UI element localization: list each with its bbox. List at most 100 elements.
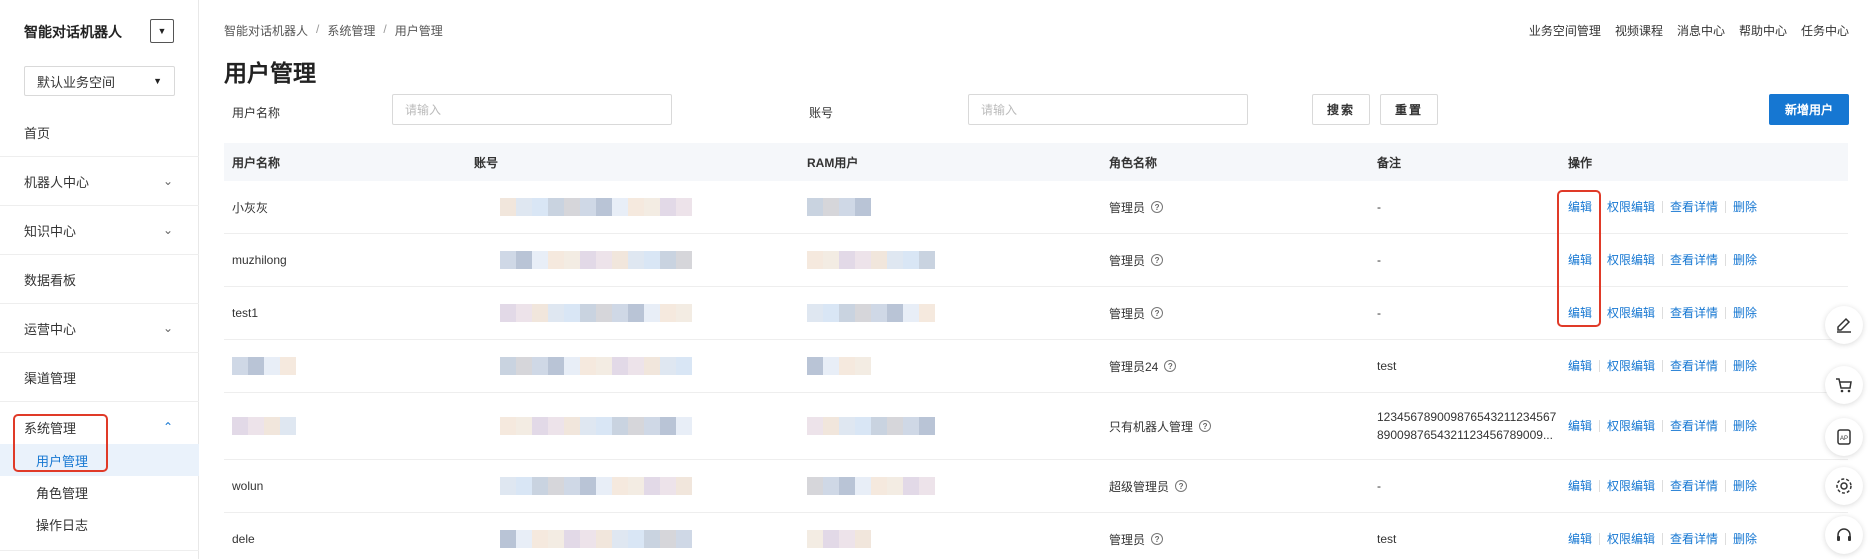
page-title: 用户管理 [224,60,316,86]
delete-link[interactable]: 删除 [1726,201,1764,213]
remark-text: - [1377,479,1381,493]
username-text: wolun [232,479,264,493]
remark-text: - [1377,200,1381,214]
delete-link[interactable]: 删除 [1726,254,1764,266]
permission-edit-link[interactable]: 权限编辑 [1600,254,1664,266]
username-text: muzhilong [232,253,287,267]
gear-icon[interactable] [1825,467,1863,505]
app: 智能对话机器人 ▼ 默认业务空间 ▼ 首页 机器人中心 ⌄ 知识中心 ⌄ 数据看… [0,0,1871,559]
table-row: 小灰灰 管理员? - 编辑 权限编辑 查看详情 删除 [224,181,1848,234]
permission-edit-link[interactable]: 权限编辑 [1600,533,1664,545]
view-details-link[interactable]: 查看详情 [1663,480,1727,492]
account-cell [466,287,799,339]
api-icon[interactable]: AP [1825,418,1863,456]
help-circle-icon[interactable]: ? [1151,533,1164,545]
username-cell [224,393,466,459]
actions-cell: 编辑 权限编辑 查看详情 删除 [1560,393,1848,459]
username-filter-input[interactable] [392,94,672,125]
edit-link[interactable]: 编辑 [1568,201,1601,213]
edit-link[interactable]: 编辑 [1568,360,1601,372]
permission-edit-link[interactable]: 权限编辑 [1600,480,1664,492]
sidebar-item-data-board[interactable]: 数据看板 [0,255,199,304]
topnav-help-center[interactable]: 帮助中心 [1739,22,1787,39]
remark-cell: - [1369,181,1560,233]
column-header-username: 用户名称 [232,155,281,170]
sidebar-item-home[interactable]: 首页 [0,108,199,157]
account-filter-input[interactable] [968,94,1248,125]
help-circle-icon[interactable]: ? [1151,201,1164,213]
workspace-select[interactable]: 默认业务空间 ▼ [24,66,175,96]
account-cell [466,340,799,392]
role-text: 超级管理员 [1109,479,1170,494]
edit-link[interactable]: 编辑 [1568,420,1601,432]
sidebar-item-role-management[interactable]: 角色管理 [0,476,199,508]
delete-link[interactable]: 删除 [1726,307,1764,319]
main-content: 智能对话机器人 / 系统管理 / 用户管理 用户管理 业务空间管理 视频课程 消… [199,0,1871,559]
permission-edit-link[interactable]: 权限编辑 [1600,201,1664,213]
view-details-link[interactable]: 查看详情 [1663,201,1727,213]
role-text: 管理员 [1109,253,1146,268]
sidebar-item-robot-center[interactable]: 机器人中心 ⌄ [0,157,199,206]
topnav-task-center[interactable]: 任务中心 [1801,22,1849,39]
account-cell [466,513,799,559]
topnav-workspace-management[interactable]: 业务空间管理 [1529,22,1601,39]
username-cell: test1 [224,287,466,339]
edit-link[interactable]: 编辑 [1568,307,1601,319]
permission-edit-link[interactable]: 权限编辑 [1600,420,1664,432]
breadcrumb-item[interactable]: 系统管理 [327,22,375,39]
sidebar-item-ops-center[interactable]: 运营中心 ⌄ [0,304,199,353]
cart-icon[interactable] [1825,366,1863,404]
remark-text: - [1377,253,1381,267]
svg-text:AP: AP [1840,436,1848,442]
help-circle-icon[interactable]: ? [1175,480,1188,492]
sidebar-item-system[interactable]: 系统管理 ⌃ [0,410,199,444]
sidebar-item-knowledge-center[interactable]: 知识中心 ⌄ [0,206,199,255]
breadcrumb-item[interactable]: 智能对话机器人 [224,22,308,39]
column-header-actions: 操作 [1568,155,1593,170]
sidebar-item-user-management[interactable]: 用户管理 [0,444,199,476]
help-circle-icon[interactable]: ? [1151,307,1164,319]
username-text: dele [232,532,255,546]
permission-edit-link[interactable]: 权限编辑 [1600,360,1664,372]
sidebar-item-label: 数据看板 [24,272,77,288]
remark-text: 8900987654321123456789009... [1377,428,1553,442]
role-text: 管理员 [1109,306,1146,321]
delete-link[interactable]: 删除 [1726,480,1764,492]
view-details-link[interactable]: 查看详情 [1663,533,1727,545]
sidebar-item-label: 运营中心 [24,321,77,337]
view-details-link[interactable]: 查看详情 [1663,307,1727,319]
brand-dropdown-button[interactable]: ▼ [150,19,174,43]
help-circle-icon[interactable]: ? [1164,360,1177,372]
edit-link[interactable]: 编辑 [1568,480,1601,492]
headset-icon[interactable] [1825,516,1863,554]
search-button[interactable]: 搜索 [1312,94,1370,125]
view-details-link[interactable]: 查看详情 [1663,360,1727,372]
add-user-button[interactable]: 新增用户 [1769,94,1849,125]
sidebar-item-operation-log[interactable]: 操作日志 [0,508,199,540]
redacted-mosaic [232,357,296,375]
view-details-link[interactable]: 查看详情 [1663,420,1727,432]
ram-user-cell [799,513,1101,559]
edit-icon[interactable] [1825,306,1863,344]
breadcrumb-separator: / [383,22,387,36]
redacted-mosaic [807,251,935,269]
reset-button[interactable]: 重置 [1380,94,1438,125]
role-cell: 管理员? [1101,287,1369,339]
row-actions: 编辑 权限编辑 查看详情 删除 [1568,533,1764,545]
ram-user-cell [799,340,1101,392]
sidebar-item-channel[interactable]: 渠道管理 [0,353,199,402]
delete-link[interactable]: 删除 [1726,360,1764,372]
topnav-message-center[interactable]: 消息中心 [1677,22,1725,39]
chevron-down-icon: ⌄ [162,223,173,237]
delete-link[interactable]: 删除 [1726,533,1764,545]
edit-link[interactable]: 编辑 [1568,254,1601,266]
topnav-video-courses[interactable]: 视频课程 [1615,22,1663,39]
help-circle-icon[interactable]: ? [1151,254,1164,266]
system-subnav: 用户管理 角色管理 操作日志 [0,444,199,551]
edit-link[interactable]: 编辑 [1568,533,1601,545]
permission-edit-link[interactable]: 权限编辑 [1600,307,1664,319]
help-circle-icon[interactable]: ? [1199,420,1212,432]
delete-link[interactable]: 删除 [1726,420,1764,432]
view-details-link[interactable]: 查看详情 [1663,254,1727,266]
sidebar: 智能对话机器人 ▼ 默认业务空间 ▼ 首页 机器人中心 ⌄ 知识中心 ⌄ 数据看… [0,0,199,559]
